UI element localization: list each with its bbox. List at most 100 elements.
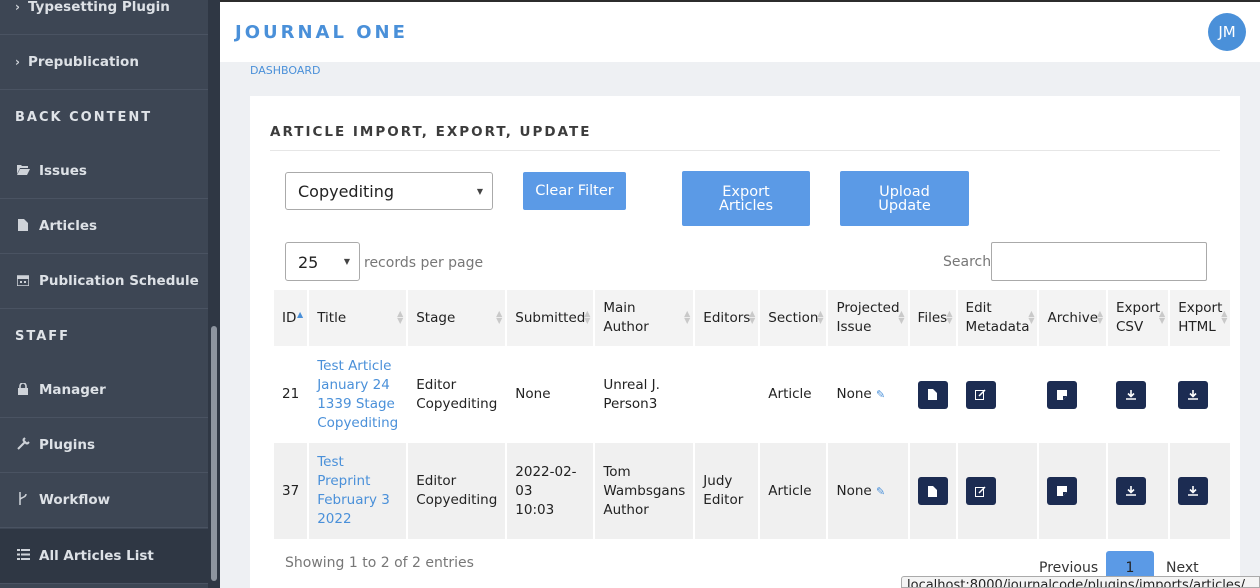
cell-title[interactable]: Test Article January 24 1339 Stage Copyedit… [309, 346, 407, 443]
column-header-edit-metadata[interactable]: Edit Metadata ▲ ▼ [957, 290, 1038, 346]
clear-filter-button[interactable]: Clear Filter [523, 172, 626, 210]
cell-files [909, 346, 956, 443]
cell-edit-metadata [957, 443, 1038, 539]
column-header-export-csv[interactable]: Export CSV ▲ ▼ [1108, 290, 1169, 346]
search-input[interactable] [991, 242, 1207, 281]
sort-icon: ▲ ▼ [1221, 309, 1228, 325]
page-title: ARTICLE IMPORT, EXPORT, UPDATE [270, 124, 592, 140]
upload-update-button[interactable]: Upload Update [840, 171, 969, 226]
sidebar-item-plugins[interactable]: Plugins [0, 418, 208, 473]
records-per-page-label: records per page [364, 255, 484, 271]
archive-icon[interactable] [1047, 380, 1078, 409]
column-header-editors[interactable]: Editors ▲ ▼ [695, 290, 759, 346]
table-row: 21 Test Article January 24 1339 Stage Copye… [274, 346, 1231, 443]
column-header-archive[interactable]: Archive ▲ ▼ [1039, 290, 1106, 346]
search-label: Search: [943, 254, 996, 270]
avatar[interactable]: JM [1208, 13, 1246, 51]
sort-icon: ▲ ▼ [684, 309, 691, 325]
edit-icon[interactable]: ✎ [876, 388, 885, 401]
sidebar-item-label: Plugins [39, 437, 96, 453]
column-header-files[interactable]: Files ▲ ▼ [909, 290, 956, 346]
file-icon[interactable] [917, 380, 948, 409]
sidebar-item-label: Articles [39, 218, 98, 234]
cell-section: Article [760, 346, 827, 443]
sort-icon: ▲ ▼ [946, 309, 953, 325]
pagination-previous[interactable]: Previous [1039, 560, 1098, 576]
edit-icon[interactable]: ✎ [876, 485, 885, 498]
cell-export-html [1170, 346, 1231, 443]
cell-stage: Editor Copyediting [408, 443, 506, 539]
sidebar-item-label: Publication Schedule [39, 273, 199, 289]
cell-id: 37 [274, 443, 308, 539]
dropdown-arrow-icon: ▼ [476, 187, 483, 196]
cell-edit-metadata [957, 346, 1038, 443]
status-bar-url: localhost:8000/journalcode/plugins/impor… [901, 576, 1260, 588]
cell-export-csv [1108, 346, 1169, 443]
cell-author: Unreal J. Person3 [595, 346, 694, 443]
column-header-export-html[interactable]: Export HTML ▲ ▼ [1170, 290, 1231, 346]
sidebar-item-label: Issues [39, 163, 87, 179]
sidebar-item-publication-schedule[interactable]: Publication Schedule [0, 254, 208, 309]
sidebar-item-articles[interactable]: Articles [0, 199, 208, 254]
cell-id: 21 [274, 346, 308, 443]
archive-icon[interactable] [1047, 477, 1078, 505]
download-icon[interactable] [1116, 477, 1146, 505]
cell-export-csv [1108, 443, 1169, 539]
column-header-id[interactable]: ID ▲ [274, 290, 308, 346]
stage-filter-select[interactable]: Copyediting ▼ [285, 172, 493, 210]
file-icon[interactable] [917, 477, 948, 505]
edit-metadata-icon[interactable] [965, 380, 996, 409]
export-button-line-2: Articles [718, 197, 774, 214]
breadcrumb[interactable]: DASHBOARD [250, 64, 321, 77]
folder-open-icon [15, 164, 31, 178]
column-header-main-author[interactable]: Main Author ▲ ▼ [595, 290, 694, 346]
plug-icon [15, 437, 31, 453]
sidebar-item-label: Typesetting Plugin [27, 0, 170, 15]
pagination-next[interactable]: Next [1166, 560, 1199, 576]
sort-icon: ▲ ▼ [496, 309, 503, 325]
download-icon[interactable] [1178, 477, 1209, 505]
upload-button-line-2: Update [878, 197, 931, 214]
download-icon[interactable] [1116, 380, 1146, 409]
sidebar-item-prepublication[interactable]: › Prepublication [0, 35, 208, 90]
records-per-page-value: 25 [298, 253, 319, 272]
sidebar-item-workflow[interactable]: Workflow [0, 473, 208, 528]
calendar-icon [15, 274, 31, 289]
cell-projected-issue: None ✎ [828, 346, 908, 443]
cell-archive [1039, 443, 1106, 539]
download-icon[interactable] [1178, 380, 1209, 409]
column-header-stage[interactable]: Stage ▲ ▼ [408, 290, 506, 346]
sort-icon: ▲ ▼ [1159, 309, 1166, 325]
sidebar-item-typesetting-plugin[interactable]: › Typesetting Plugin [0, 0, 208, 35]
cell-editors: Judy Editor [695, 443, 759, 539]
sort-icon: ▲ ▼ [749, 309, 756, 325]
cell-title[interactable]: Test Preprint February 3 2022 [309, 443, 407, 539]
sidebar-item-manager[interactable]: Manager [0, 363, 208, 418]
journal-title[interactable]: JOURNAL ONE [235, 22, 408, 43]
edit-metadata-icon[interactable] [965, 477, 996, 505]
table-info: Showing 1 to 2 of 2 entries [285, 555, 474, 571]
sort-icon: ▲ ▼ [1096, 309, 1103, 325]
sort-icon: ▲ ▼ [584, 309, 591, 325]
sidebar-item-label: Workflow [39, 492, 111, 508]
cell-files [909, 443, 956, 539]
sort-asc-icon: ▲ [297, 310, 304, 319]
sidebar-scrollbar[interactable] [208, 0, 220, 588]
chevron-right-icon: › [15, 0, 20, 14]
records-per-page-select[interactable]: 25 ▼ [285, 242, 360, 281]
export-articles-button[interactable]: Export Articles [682, 171, 810, 226]
column-header-submitted[interactable]: Submitted ▲ ▼ [507, 290, 594, 346]
column-header-projected-issue[interactable]: Projected Issue ▲ ▼ [828, 290, 908, 346]
top-header: JOURNAL ONE JM [220, 0, 1260, 62]
sidebar-item-all-articles-list[interactable]: All Articles List [0, 529, 208, 584]
column-header-title[interactable]: Title ▲ ▼ [309, 290, 407, 346]
cell-submitted: None [507, 346, 594, 443]
cell-archive [1039, 346, 1106, 443]
cell-projected-issue: None ✎ [828, 443, 908, 539]
sidebar-item-issues[interactable]: Issues [0, 144, 208, 199]
column-header-section[interactable]: Section ▲ ▼ [760, 290, 827, 346]
sidebar-scroll-thumb[interactable] [211, 326, 217, 581]
cell-export-html [1170, 443, 1231, 539]
lock-icon [15, 381, 31, 398]
sidebar-item-label: Prepublication [27, 54, 139, 70]
